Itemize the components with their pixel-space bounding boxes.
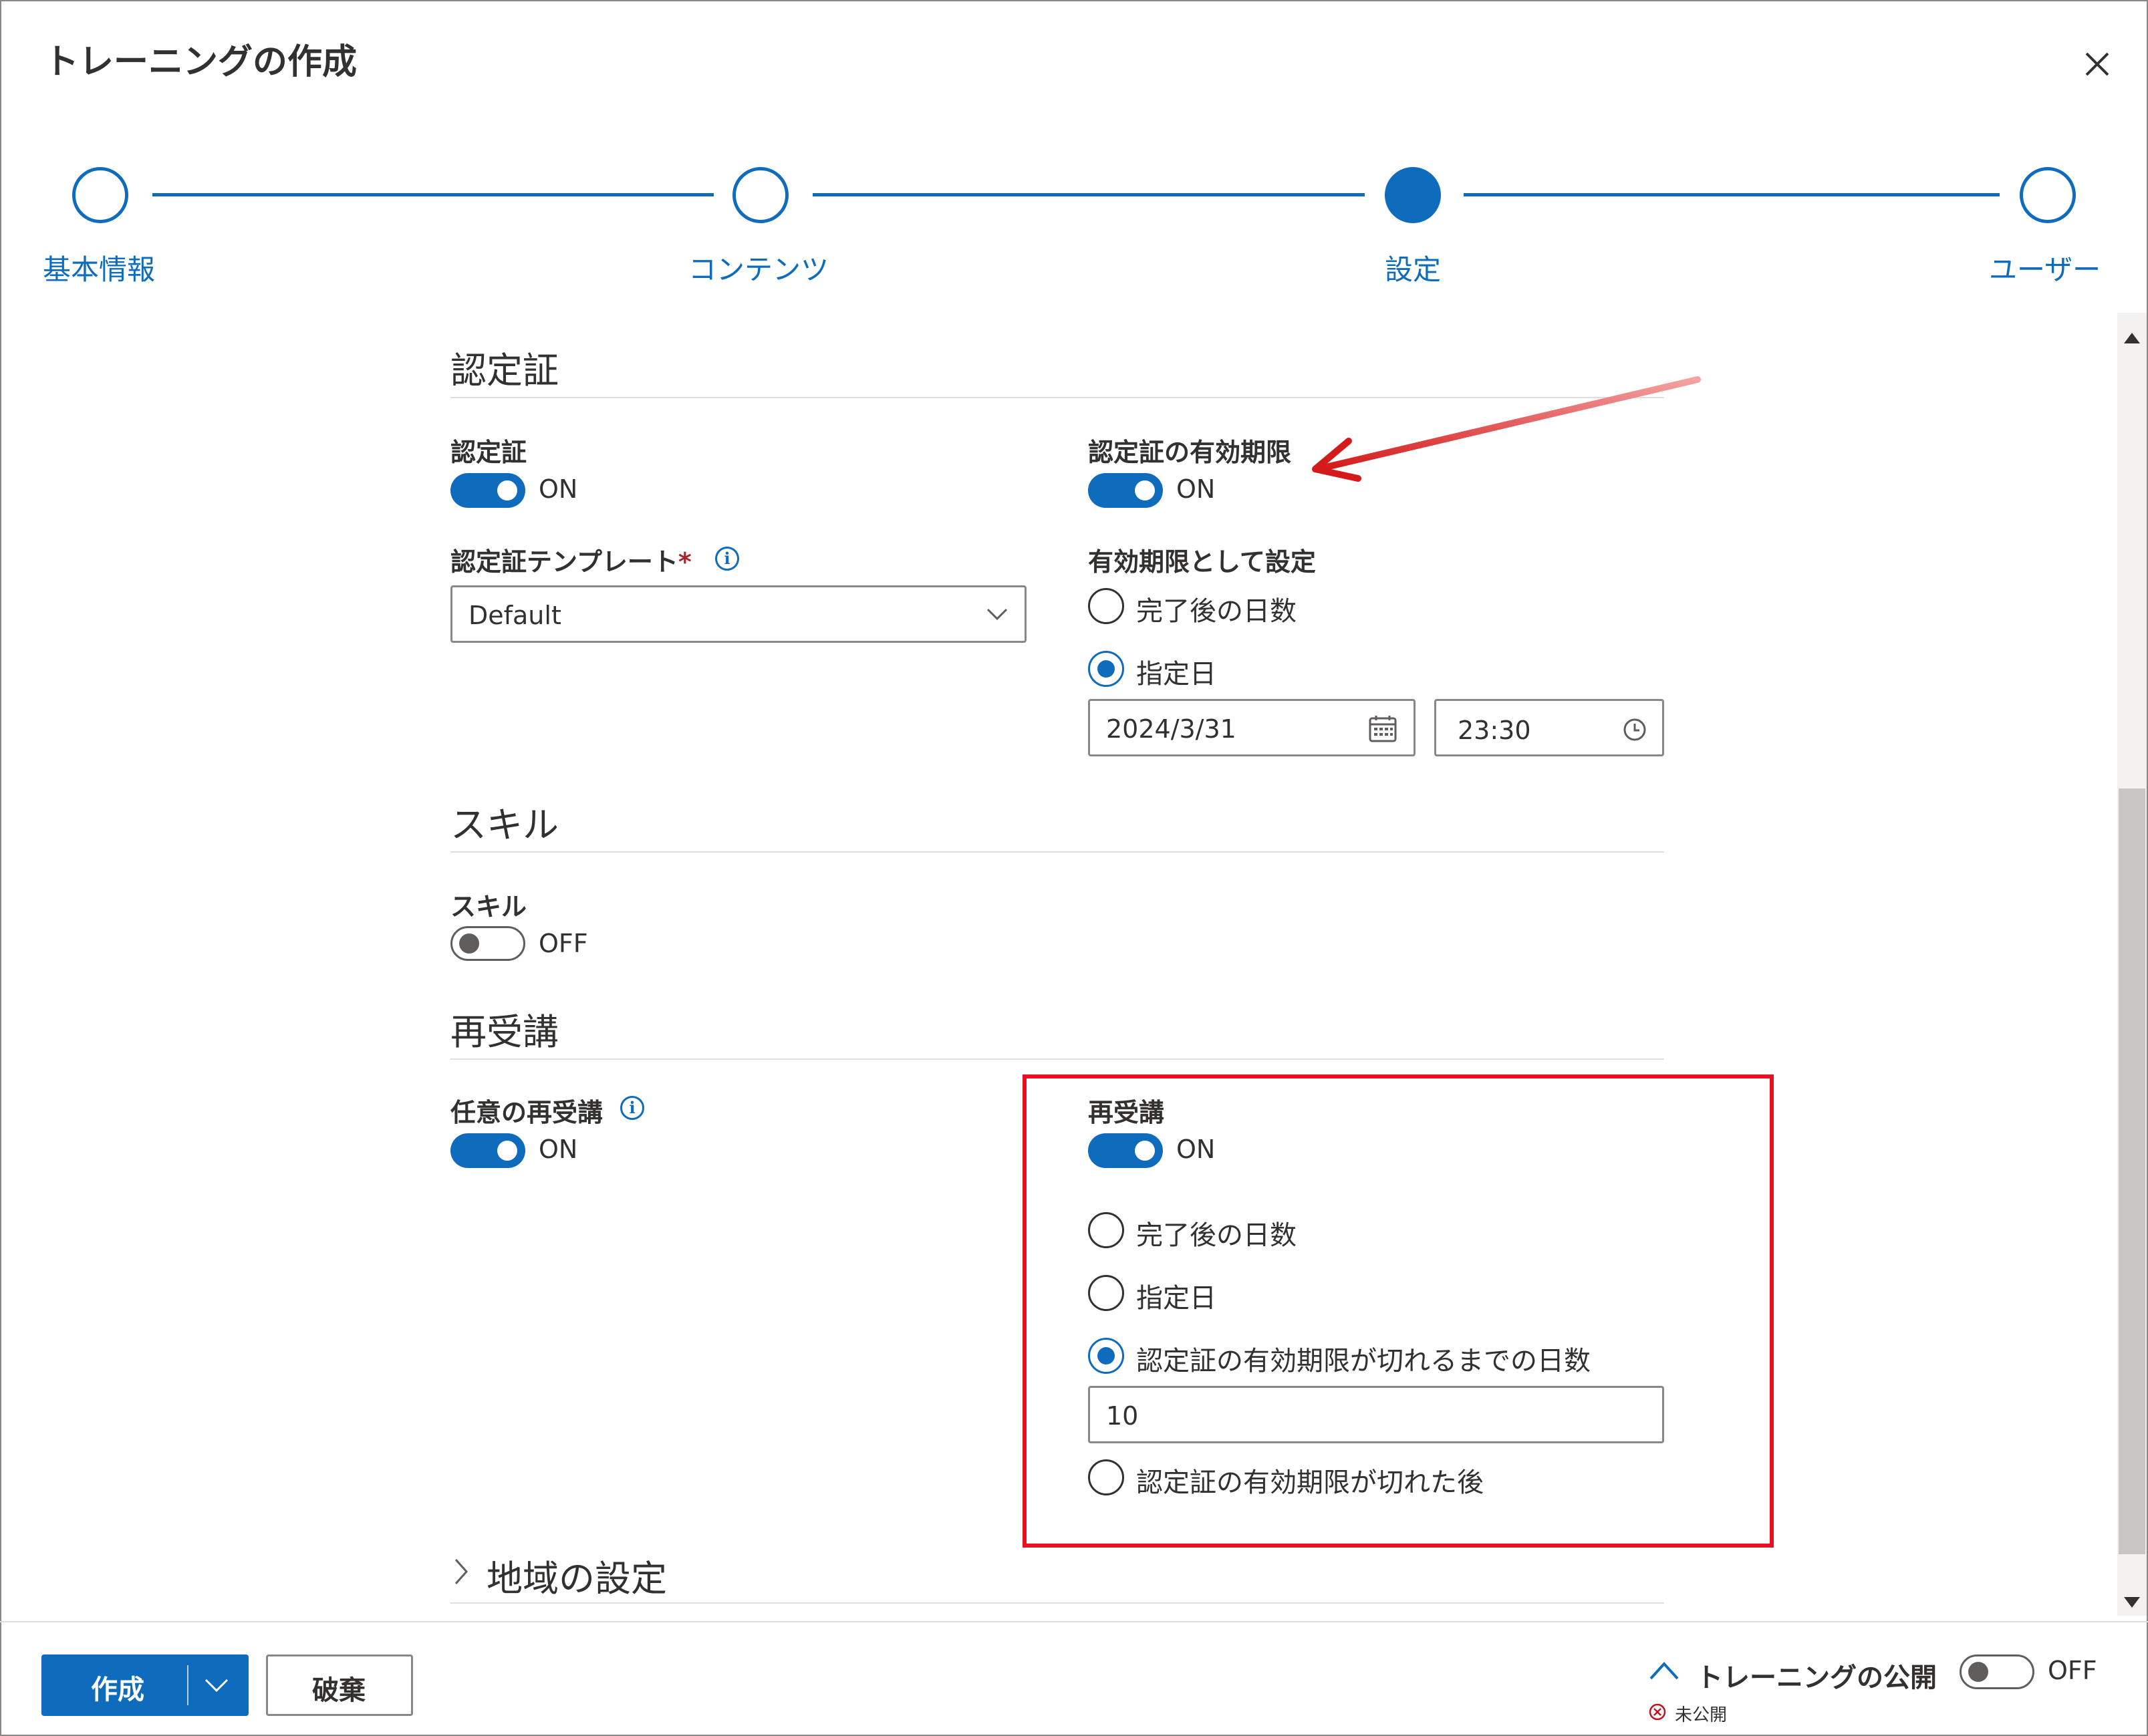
info-icon[interactable]: i [620, 1096, 644, 1120]
radio-label: 認定証の有効期限が切れた後 [1136, 1467, 1484, 1498]
clock-icon[interactable] [1622, 717, 1647, 742]
optional-retake-label: 任意の再受講 [450, 1098, 603, 1127]
calendar-icon[interactable] [1368, 714, 1397, 744]
discard-button-label: 破棄 [312, 1675, 366, 1706]
step-connector [152, 193, 714, 196]
create-button-label: 作成 [91, 1675, 144, 1705]
radio-retake-days-before-expiry[interactable] [1088, 1338, 1124, 1374]
radio-label: 完了後の日数 [1136, 1220, 1297, 1251]
time-value: 23:30 [1458, 716, 1531, 745]
optional-retake-state: ON [539, 1135, 578, 1164]
certificate-template-label: 認定証テンプレート* [450, 547, 692, 577]
step-circle-content[interactable] [732, 167, 789, 223]
close-icon[interactable] [2077, 44, 2117, 84]
radio-retake-after-expiry[interactable] [1088, 1459, 1124, 1495]
scrollbar-thumb[interactable] [2119, 788, 2145, 1554]
create-button[interactable]: 作成 [41, 1654, 249, 1716]
radio-expiry-days-after[interactable] [1088, 588, 1124, 624]
radio-retake-specific-date[interactable] [1088, 1275, 1124, 1311]
publish-label: トレーニングの公開 [1696, 1662, 1937, 1693]
radio-expiry-specific-date[interactable] [1088, 651, 1124, 687]
step-label-content[interactable]: コンテンツ [688, 247, 829, 288]
certificate-template-dropdown[interactable]: Default [450, 585, 1027, 643]
expiry-time-input[interactable]: 23:30 [1434, 699, 1664, 756]
skill-toggle-label: スキル [450, 892, 527, 921]
step-connector [813, 193, 1365, 196]
certificate-expiry-state: ON [1176, 474, 1216, 504]
chevron-down-icon [986, 608, 1008, 621]
retake-label: 再受講 [1088, 1098, 1165, 1127]
step-connector [1464, 193, 2000, 196]
section-title-skill: スキル [450, 804, 559, 846]
expiry-date-input[interactable]: 2024/3/31 [1088, 699, 1416, 756]
skill-toggle[interactable] [450, 926, 525, 961]
step-label-users[interactable]: ユーザー [1989, 247, 2101, 288]
step-label-basic-info[interactable]: 基本情報 [43, 247, 155, 288]
certificate-toggle-label: 認定証 [450, 438, 527, 467]
certificate-toggle[interactable] [450, 473, 525, 508]
section-title-region: 地域の設定 [487, 1558, 667, 1600]
step-circle-settings[interactable] [1385, 167, 1441, 223]
retake-days-input[interactable]: 10 [1088, 1386, 1664, 1443]
chevron-right-icon [454, 1559, 468, 1584]
scroll-up-icon[interactable] [2121, 330, 2143, 346]
step-circle-users[interactable] [2020, 167, 2076, 223]
days-value: 10 [1106, 1401, 1139, 1431]
retake-toggle[interactable] [1088, 1133, 1163, 1168]
section-divider [450, 1602, 1664, 1604]
section-divider [450, 851, 1664, 853]
radio-label: 認定証の有効期限が切れるまでの日数 [1136, 1346, 1591, 1377]
info-icon[interactable]: i [715, 547, 739, 571]
error-circle-icon [1649, 1703, 1666, 1721]
dropdown-value: Default [468, 601, 561, 630]
step-label-settings[interactable]: 設定 [1385, 247, 1441, 288]
set-expiry-label: 有効期限として設定 [1088, 547, 1316, 577]
certificate-toggle-state: ON [539, 474, 578, 504]
step-circle-basic-info[interactable] [72, 167, 128, 223]
publish-toggle-state: OFF [2048, 1656, 2097, 1685]
discard-button[interactable]: 破棄 [266, 1654, 413, 1716]
radio-label: 指定日 [1136, 1283, 1216, 1314]
retake-toggle-state: ON [1176, 1135, 1216, 1164]
section-divider [450, 1058, 1664, 1060]
radio-label: 完了後の日数 [1136, 596, 1297, 627]
required-mark: * [678, 547, 692, 577]
chevron-up-icon[interactable] [1648, 1660, 1680, 1681]
scroll-down-icon[interactable] [2121, 1594, 2143, 1610]
annotation-arrow [1312, 376, 1701, 482]
footer-divider [0, 1621, 2148, 1622]
publish-status: 未公開 [1675, 1705, 1728, 1725]
radio-retake-days-after[interactable] [1088, 1212, 1124, 1248]
skill-toggle-state: OFF [539, 929, 588, 958]
certificate-expiry-label: 認定証の有効期限 [1088, 438, 1292, 467]
certificate-expiry-toggle[interactable] [1088, 473, 1163, 508]
date-value: 2024/3/31 [1106, 714, 1236, 744]
section-title-certificate: 認定証 [450, 349, 559, 392]
section-title-retake: 再受講 [450, 1011, 559, 1053]
radio-label: 指定日 [1136, 659, 1216, 690]
dialog-title: トレーニングの作成 [44, 42, 358, 82]
split-divider [187, 1665, 188, 1705]
optional-retake-toggle[interactable] [450, 1133, 525, 1168]
publish-toggle[interactable] [1960, 1654, 2034, 1689]
chevron-down-icon[interactable] [203, 1676, 230, 1695]
